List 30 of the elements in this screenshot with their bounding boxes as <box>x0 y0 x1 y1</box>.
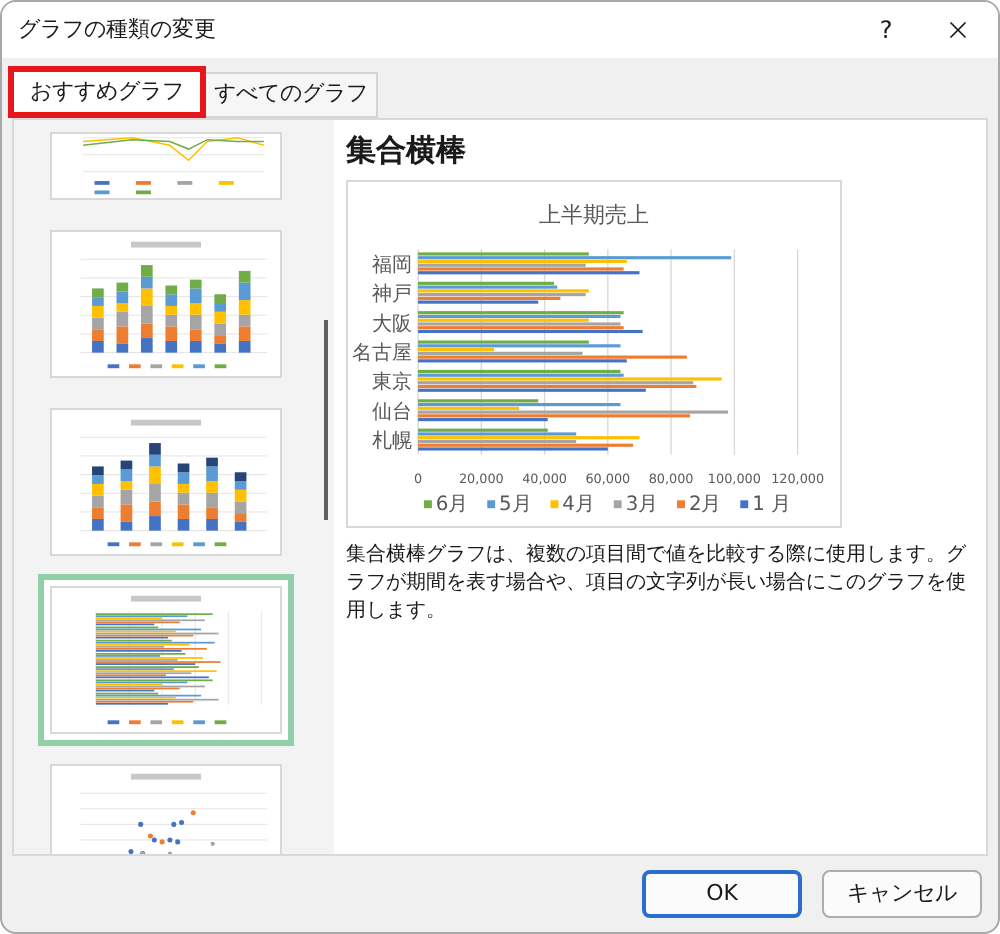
legend-label: 2月 <box>688 493 722 516</box>
tab[interactable]: すべてのグラフ <box>206 72 378 118</box>
category-label: 名古屋 <box>352 341 413 364</box>
category-label: 仙台 <box>372 400 413 423</box>
category-label: 大阪 <box>372 312 413 335</box>
close-icon <box>944 16 972 44</box>
dialog-button[interactable]: OK <box>642 870 802 918</box>
chart-thumbnail[interactable] <box>38 574 294 746</box>
legend-swatch <box>487 499 496 508</box>
category-label: 札幌 <box>372 430 413 453</box>
chart-title: 上半期売上 <box>539 200 649 227</box>
legend-swatch <box>550 499 559 508</box>
legend-swatch <box>613 499 622 508</box>
legend-label: 1 月 <box>752 493 791 516</box>
legend-label: 6月 <box>435 493 469 516</box>
chart-type-heading: 集合横棒 <box>346 130 468 172</box>
category-label: 東京 <box>372 371 413 394</box>
legend-label: 4月 <box>562 493 595 516</box>
window-title: グラフの種類の変更 <box>18 13 218 46</box>
help-button[interactable]: ? <box>862 8 910 52</box>
legend-label: 5月 <box>499 493 532 516</box>
legend-label: 3月 <box>625 493 659 516</box>
legend-swatch <box>424 499 432 508</box>
chart-description: 集合横棒グラフは、複数の項目間で値を比較する際に使用します。グラフが期間を表す場合や、項目の文字列が長い場合にこのグラフを使用します。 <box>346 541 968 625</box>
legend-swatch <box>740 499 749 508</box>
tab[interactable]: おすすめグラフ <box>8 66 206 118</box>
legend-swatch <box>677 499 685 508</box>
category-label: 福岡 <box>372 253 413 276</box>
dialog-button[interactable]: キャンセル <box>822 870 982 918</box>
category-label: 神戸 <box>372 283 413 306</box>
